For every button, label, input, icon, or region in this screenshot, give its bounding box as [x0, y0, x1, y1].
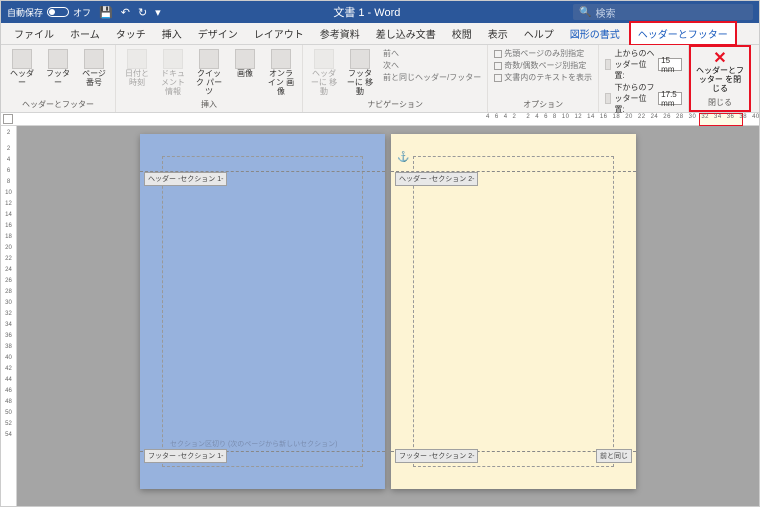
- tab-review[interactable]: 校閲: [445, 23, 479, 44]
- close-icon: ✕: [711, 49, 729, 67]
- group-label: ナビゲーション: [307, 98, 483, 110]
- quickparts-icon: [199, 49, 219, 69]
- autosave-toggle[interactable]: 自動保存 オフ: [7, 6, 91, 19]
- nav-next[interactable]: 次へ: [381, 60, 481, 71]
- undo-icon[interactable]: ↶: [121, 6, 130, 19]
- margin-guide: [413, 156, 614, 467]
- ribbon-tabs: ファイル ホーム タッチ 挿入 デザイン レイアウト 参考資料 差し込み文書 校…: [1, 23, 759, 45]
- header-zone[interactable]: [391, 134, 636, 172]
- tab-references[interactable]: 参考資料: [313, 23, 367, 44]
- online-pic-icon: [271, 49, 291, 69]
- tab-insert[interactable]: 挿入: [155, 23, 189, 44]
- group-label: 閉じる: [695, 96, 745, 108]
- header-tag: ヘッダー -セクション 1-: [144, 172, 227, 186]
- header-icon: [12, 49, 32, 69]
- close-header-footer-button[interactable]: ✕ ヘッダーとフッター を閉じる: [695, 49, 745, 93]
- tab-shape-format[interactable]: 図形の書式: [563, 23, 627, 44]
- document-title: 文書 1 - Word: [169, 4, 565, 20]
- footer-from-bottom: 下からのフッター位置:17.5 mm: [605, 82, 682, 115]
- group-label: 挿入: [120, 98, 298, 110]
- anchor-icon: ⚓: [397, 152, 409, 163]
- goto-header-icon: [314, 49, 334, 69]
- tab-file[interactable]: ファイル: [7, 23, 61, 44]
- header-zone[interactable]: [140, 134, 385, 172]
- ribbon: ヘッダー フッター ページ 番号 ヘッダーとフッター 日付と 時刻 ドキュメント…: [1, 45, 759, 113]
- group-label: ヘッダーとフッター: [5, 98, 111, 110]
- header-tag: ヘッダー -セクション 2-: [395, 172, 478, 186]
- section-break-note: セクション区切り (次のページから新しいセクション): [170, 439, 337, 449]
- picture-button[interactable]: 画像: [228, 47, 262, 81]
- online-pic-button[interactable]: オンライン 画像: [264, 47, 298, 98]
- same-as-previous-tag: 前と同じ: [596, 449, 632, 463]
- tab-mailings[interactable]: 差し込み文書: [369, 23, 443, 44]
- document-area: 2246810121416182022242628303234363840424…: [1, 126, 759, 506]
- tab-layout[interactable]: レイアウト: [247, 23, 311, 44]
- header-from-top: 上からのヘッダー位置:15 mm: [605, 48, 682, 81]
- tab-help[interactable]: ヘルプ: [517, 23, 561, 44]
- save-icon[interactable]: 💾: [99, 6, 113, 19]
- vertical-ruler[interactable]: 2246810121416182022242628303234363840424…: [1, 126, 17, 506]
- group-insert: 日付と 時刻 ドキュメント 情報 クイック パーツ 画像 オンライン 画像 挿入: [116, 45, 303, 112]
- horizontal-ruler[interactable]: 4642246810121416182022242628303234363840…: [1, 113, 759, 126]
- quickparts-button[interactable]: クイック パーツ: [192, 47, 226, 98]
- header-pos-input[interactable]: 15 mm: [658, 58, 682, 71]
- search-box[interactable]: 🔍 検索: [573, 4, 753, 20]
- search-placeholder: 検索: [595, 5, 615, 20]
- tab-design[interactable]: デザイン: [191, 23, 245, 44]
- datetime-icon: [127, 49, 147, 69]
- quick-access-toolbar: 💾 ↶ ↻ ▾: [99, 6, 161, 19]
- tab-home[interactable]: ホーム: [63, 23, 107, 44]
- footer-button[interactable]: フッター: [41, 47, 75, 90]
- ruler-numbers: 4642246810121416182022242628303234363840…: [486, 114, 760, 120]
- checkbox-icon: [494, 62, 502, 70]
- pages-container: ヘッダー -セクション 1- フッター -セクション 1- セクション区切り (…: [17, 126, 759, 506]
- title-bar: 自動保存 オフ 💾 ↶ ↻ ▾ 文書 1 - Word 🔍 検索: [1, 1, 759, 23]
- group-position: 上からのヘッダー位置:15 mm 下からのフッター位置:17.5 mm 整列タブ…: [599, 45, 689, 112]
- margin-guide: [162, 156, 363, 467]
- group-options: 先頭ページのみ別指定 奇数/偶数ページ別指定 文書内のテキストを表示 オプション: [488, 45, 599, 112]
- goto-header-button[interactable]: ヘッダーに 移動: [307, 47, 341, 98]
- footer-tag: フッター -セクション 1-: [144, 449, 227, 463]
- page-number-icon: [84, 49, 104, 69]
- group-close: ✕ ヘッダーとフッター を閉じる 閉じる: [689, 45, 751, 112]
- opt-show-text[interactable]: 文書内のテキストを表示: [494, 72, 592, 83]
- group-header-footer: ヘッダー フッター ページ 番号 ヘッダーとフッター: [1, 45, 116, 112]
- tab-view[interactable]: 表示: [481, 23, 515, 44]
- opt-odd-even[interactable]: 奇数/偶数ページ別指定: [494, 60, 592, 71]
- footer-pos-icon: [605, 93, 611, 104]
- picture-icon: [235, 49, 255, 69]
- autosave-label: 自動保存: [7, 6, 43, 19]
- toggle-icon: [47, 7, 69, 17]
- checkbox-icon: [494, 50, 502, 58]
- page-number-button[interactable]: ページ 番号: [77, 47, 111, 90]
- checkbox-icon: [494, 74, 502, 82]
- goto-footer-icon: [350, 49, 370, 69]
- group-label: オプション: [492, 98, 594, 110]
- datetime-button[interactable]: 日付と 時刻: [120, 47, 154, 90]
- docinfo-icon: [163, 49, 183, 69]
- redo-icon[interactable]: ↻: [138, 6, 147, 19]
- autosave-state: オフ: [73, 6, 91, 19]
- qat-more-icon[interactable]: ▾: [155, 6, 161, 19]
- footer-pos-input[interactable]: 17.5 mm: [658, 92, 682, 105]
- goto-footer-button[interactable]: フッターに 移動: [343, 47, 377, 98]
- footer-icon: [48, 49, 68, 69]
- page-2[interactable]: ⚓ ヘッダー -セクション 2- フッター -セクション 2- 前と同じ: [391, 134, 636, 489]
- link-previous[interactable]: 前と同じヘッダー/フッター: [381, 72, 481, 83]
- footer-tag: フッター -セクション 2-: [395, 449, 478, 463]
- ruler-expand-icon[interactable]: [3, 114, 13, 124]
- page-1[interactable]: ヘッダー -セクション 1- フッター -セクション 1- セクション区切り (…: [140, 134, 385, 489]
- header-pos-icon: [605, 59, 611, 70]
- header-button[interactable]: ヘッダー: [5, 47, 39, 90]
- search-icon: 🔍: [579, 7, 591, 18]
- group-navigation: ヘッダーに 移動 フッターに 移動 前へ 次へ 前と同じヘッダー/フッター ナビ…: [303, 45, 488, 112]
- tab-header-footer[interactable]: ヘッダーとフッター: [629, 21, 737, 46]
- tab-touch[interactable]: タッチ: [109, 23, 153, 44]
- docinfo-button[interactable]: ドキュメント 情報: [156, 47, 190, 98]
- nav-prev[interactable]: 前へ: [381, 48, 481, 59]
- opt-first-page[interactable]: 先頭ページのみ別指定: [494, 48, 592, 59]
